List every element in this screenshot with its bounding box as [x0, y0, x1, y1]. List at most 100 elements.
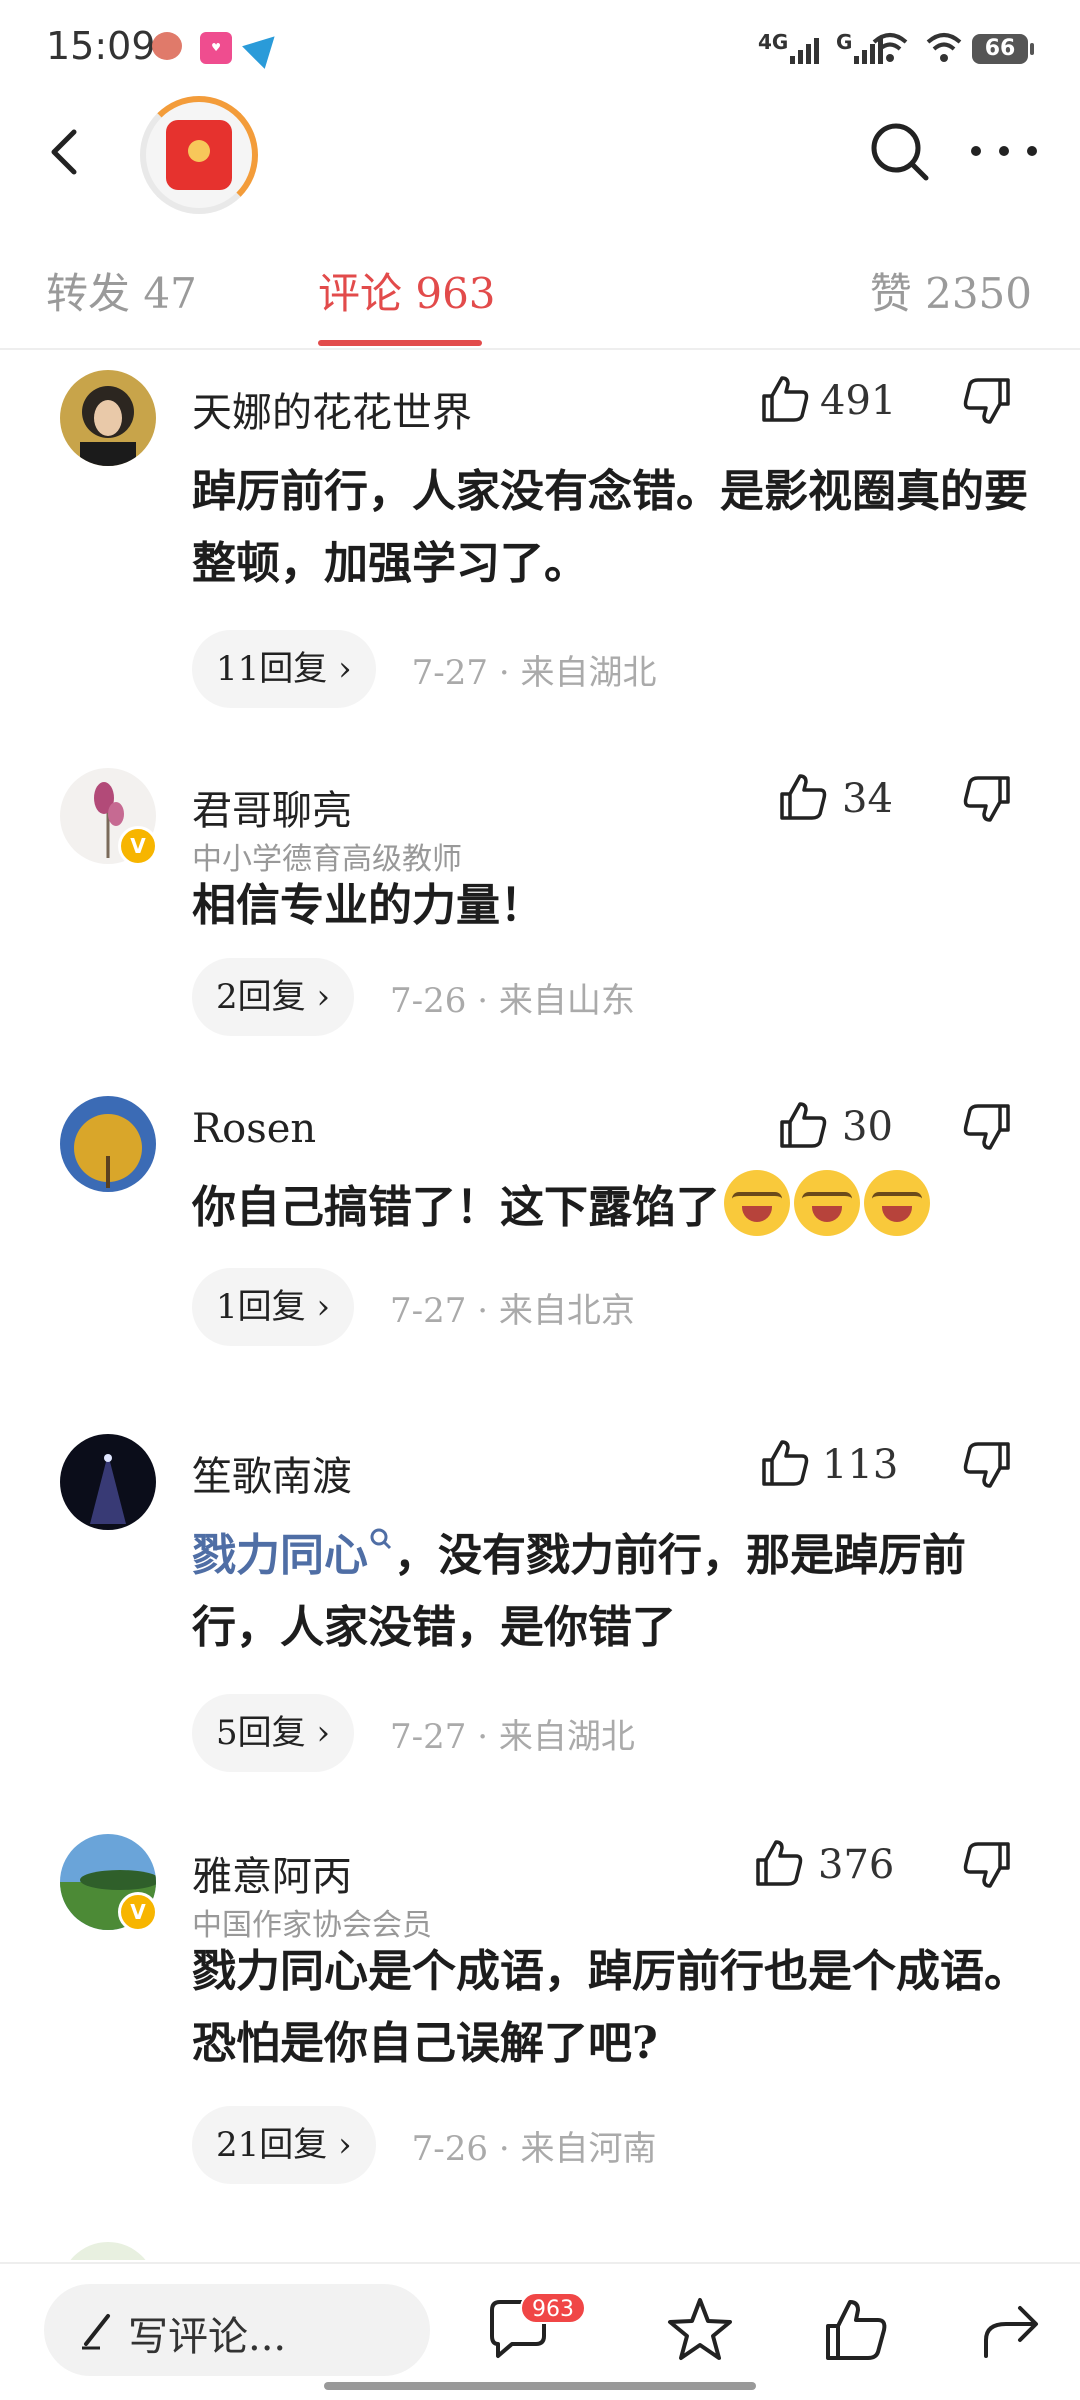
pencil-icon	[82, 2314, 110, 2350]
replies-count: 21回复	[216, 2125, 328, 2165]
tab-bar: 转发 47 评论 963 赞 2350	[0, 240, 1080, 350]
signal-type-label-2: G	[836, 30, 853, 54]
user-name[interactable]: Rosen	[192, 1106, 316, 1152]
replies-button[interactable]: 5回复 ›	[192, 1694, 355, 1772]
comment-date-location: 7-26 · 来自山东	[390, 980, 635, 1021]
author-avatar[interactable]	[140, 96, 258, 214]
star-icon[interactable]	[664, 2294, 736, 2366]
user-avatar[interactable]	[60, 1096, 156, 1192]
thumbs-up-icon[interactable]	[752, 1836, 806, 1890]
signal-type-label: 4G	[758, 30, 789, 54]
topic-link[interactable]: 戮力同心	[192, 1530, 368, 1581]
comment-location: 来自山东	[498, 980, 635, 1021]
bottom-action-bar: 写评论... 963	[0, 2262, 1080, 2400]
replies-button[interactable]: 11回复 ›	[192, 630, 376, 708]
thumbs-up-icon[interactable]	[776, 770, 830, 824]
replies-count: 1回复	[216, 1287, 306, 1327]
avatar-image	[60, 1096, 156, 1192]
like-count: 30	[842, 1104, 893, 1150]
crying-laughing-emoji-icon	[864, 1170, 930, 1236]
comment-date: 7-27	[390, 1716, 467, 1757]
comment-text-row: 你自己搞错了！这下露馅了	[192, 1170, 1032, 1244]
comment-date-location: 7-27 · 来自湖北	[390, 1716, 635, 1757]
status-bar: 15:09 ♥ 4G G 66	[0, 0, 1080, 96]
verified-icon: V	[118, 826, 158, 866]
comment-location: 来自北京	[498, 1290, 635, 1331]
health-app-icon	[152, 32, 182, 60]
more-icon[interactable]	[964, 126, 1044, 176]
replies-count: 11回复	[216, 649, 328, 689]
tab-forward[interactable]: 转发 47	[46, 260, 197, 321]
user-avatar[interactable]	[60, 2242, 156, 2260]
like-count: 491	[820, 378, 897, 424]
thumbs-down-icon[interactable]	[960, 1838, 1014, 1892]
comment-location: 来自湖北	[520, 652, 657, 693]
thumbs-up-icon[interactable]	[776, 1098, 830, 1152]
search-small-icon	[370, 1528, 392, 1550]
like-count: 113	[822, 1442, 899, 1488]
thumbs-down-icon[interactable]	[960, 772, 1014, 826]
write-comment-input[interactable]: 写评论...	[44, 2284, 430, 2376]
red-envelope-icon	[166, 120, 232, 190]
wifi-icon	[872, 33, 908, 62]
replies-button[interactable]: 1回复 ›	[192, 1268, 355, 1346]
comment-text-block: 戮力同心 ，没有戮力前行，那是踔厉前行，人家没错，是你错了	[192, 1520, 1032, 1664]
back-arrow-icon[interactable]	[40, 124, 96, 180]
verified-icon: V	[118, 1892, 158, 1932]
comment-meta: 1回复 › 7-27 · 来自北京	[192, 1268, 635, 1346]
wifi-icon-2	[926, 33, 962, 62]
comment-date-location: 7-27 · 来自湖北	[411, 652, 657, 693]
comment-text: 你自己搞错了！这下露馅了	[192, 1182, 720, 1233]
replies-count: 5回复	[216, 1713, 306, 1753]
user-name[interactable]: 笙歌南渡	[192, 1444, 352, 1502]
send-app-icon	[242, 25, 286, 69]
notification-app-icon: ♥	[200, 32, 232, 64]
comment-count-badge: 963	[520, 2292, 586, 2324]
write-comment-placeholder: 写评论...	[128, 2314, 287, 2360]
avatar-image	[60, 1434, 156, 1530]
comment-date: 7-27	[411, 652, 489, 693]
user-avatar[interactable]	[60, 1434, 156, 1530]
user-avatar[interactable]	[60, 370, 156, 466]
active-tab-indicator	[318, 340, 482, 346]
comment-text: 戮力同心是个成语，踔厉前行也是个成语。恐怕是你自己误解了吧?	[192, 1946, 1028, 2069]
user-name[interactable]: 雅意阿丙	[192, 1844, 352, 1902]
comment-meta: 21回复 › 7-26 · 来自河南	[192, 2106, 657, 2184]
comment-meta: 5回复 › 7-27 · 来自湖北	[192, 1694, 635, 1772]
like-count: 34	[842, 776, 893, 822]
comment-date-location: 7-27 · 来自北京	[390, 1290, 635, 1331]
comment-text: 相信专业的力量！	[192, 880, 544, 931]
thumbs-down-icon[interactable]	[960, 374, 1014, 428]
like-count: 376	[818, 1842, 895, 1888]
top-nav-bar	[0, 96, 1080, 214]
thumbs-down-icon[interactable]	[960, 1100, 1014, 1154]
comment-date: 7-26	[411, 2128, 489, 2169]
status-time: 15:09	[46, 24, 156, 68]
user-name[interactable]: 君哥聊亮	[192, 778, 352, 836]
comment-meta: 2回复 › 7-26 · 来自山东	[192, 958, 635, 1036]
comment-location: 来自湖北	[498, 1716, 635, 1757]
thumbs-up-icon[interactable]	[758, 372, 812, 426]
replies-button[interactable]: 2回复 ›	[192, 958, 355, 1036]
share-icon[interactable]	[976, 2294, 1048, 2366]
comment-date-location: 7-26 · 来自河南	[411, 2128, 657, 2169]
thumbs-up-icon[interactable]	[820, 2294, 892, 2366]
tab-comments[interactable]: 评论 963	[318, 260, 496, 321]
replies-button[interactable]: 21回复 ›	[192, 2106, 376, 2184]
signal-strength-icon	[790, 36, 819, 64]
tab-likes[interactable]: 赞 2350	[870, 260, 1032, 321]
replies-count: 2回复	[216, 977, 306, 1017]
avatar-image	[60, 370, 156, 466]
thumbs-up-icon[interactable]	[758, 1436, 812, 1490]
comment-text: 踔厉前行，人家没有念错。是影视圈真的要整顿，加强学习了。	[192, 466, 1028, 589]
comment-date: 7-27	[390, 1290, 467, 1331]
crying-laughing-emoji-icon	[794, 1170, 860, 1236]
battery-indicator: 66	[972, 34, 1034, 64]
user-name[interactable]: 天娜的花花世界	[192, 380, 472, 438]
comment-list: 天娜的花花世界 491 踔厉前行，人家没有念错。是影视圈真的要整顿，加强学习了。…	[0, 352, 1080, 2260]
home-indicator[interactable]	[324, 2382, 756, 2390]
comment-date: 7-26	[390, 980, 467, 1021]
comment-location: 来自河南	[520, 2128, 657, 2169]
thumbs-down-icon[interactable]	[960, 1438, 1014, 1492]
search-icon[interactable]	[866, 118, 934, 186]
